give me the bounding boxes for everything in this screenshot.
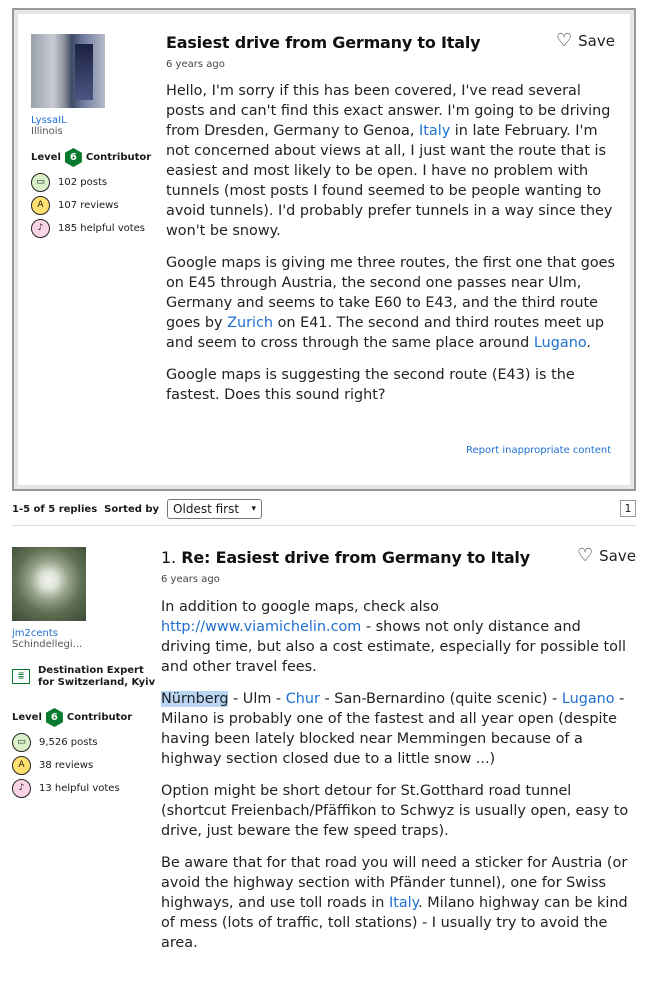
reply-title: 1. Re: Easiest drive from Germany to Ita…: [161, 548, 530, 567]
paragraph: Hello, I'm sorry if this has been covere…: [166, 83, 613, 239]
sort-value: Oldest first: [173, 502, 240, 516]
level-label: Level: [12, 712, 42, 723]
selected-text: Nürnberg: [161, 691, 229, 707]
expert-line: for Switzerland, Kyiv: [38, 677, 156, 688]
post-time: 6 years ago: [166, 59, 225, 70]
stat-reviews: A 107 reviews: [31, 196, 119, 215]
level-suffix: Contributor: [66, 712, 133, 723]
reviews-count: 107 reviews: [58, 200, 119, 211]
helpful-votes-icon: ♪: [12, 779, 31, 798]
paragraph: Google maps is giving me three routes, t…: [166, 255, 615, 351]
expert-line: Destination Expert: [38, 665, 144, 676]
expert-badge-icon: ≣: [12, 669, 30, 684]
save-label: Save: [578, 32, 615, 50]
link-chur[interactable]: Chur: [286, 691, 320, 707]
save-button[interactable]: ♡ Save: [556, 30, 615, 51]
reviews-count: 38 reviews: [39, 760, 94, 771]
save-label: Save: [599, 547, 636, 565]
posts-count: 102 posts: [58, 177, 108, 188]
stat-reviews: A 38 reviews: [12, 756, 93, 775]
link-zurich[interactable]: Zurich: [227, 315, 273, 331]
reviews-icon: A: [31, 196, 50, 215]
post-body: Hello, I'm sorry if this has been covere…: [166, 81, 616, 417]
level-suffix: Contributor: [85, 152, 152, 163]
author-location: Illinois: [31, 126, 63, 137]
reply-number: 1.: [161, 548, 176, 567]
destination-expert: ≣ Destination Expert for Switzerland, Ky…: [12, 665, 155, 689]
stat-posts: ▭ 102 posts: [31, 173, 107, 192]
avatar[interactable]: [31, 34, 105, 108]
divider: [12, 525, 636, 526]
stat-votes: ♪ 185 helpful votes: [31, 219, 145, 238]
level-badge: 6: [64, 148, 82, 167]
save-button[interactable]: ♡ Save: [577, 545, 636, 566]
sorted-by-label: Sorted by: [104, 503, 160, 515]
heart-icon: ♡: [577, 545, 594, 566]
paragraph: Google maps is suggesting the second rou…: [166, 367, 575, 403]
stat-posts: ▭ 9,526 posts: [12, 733, 98, 752]
avatar[interactable]: [12, 547, 86, 621]
author-name[interactable]: LyssaIL: [31, 115, 67, 126]
reply-time: 6 years ago: [161, 574, 220, 585]
chevron-down-icon: ▾: [251, 504, 257, 514]
paragraph: Be aware that for that road you will nee…: [161, 855, 628, 951]
posts-icon: ▭: [12, 733, 31, 752]
reviews-icon: A: [12, 756, 31, 775]
post-title: Easiest drive from Germany to Italy: [166, 33, 481, 52]
helpful-votes-count: 13 helpful votes: [39, 783, 120, 794]
link-italy[interactable]: Italy: [419, 123, 450, 139]
link-italy[interactable]: Italy: [389, 895, 418, 911]
helpful-votes-count: 185 helpful votes: [58, 223, 146, 234]
author-name[interactable]: jm2cents: [12, 628, 58, 639]
question-card: LyssaIL Illinois Level 6 Contributor ▭ 1…: [12, 8, 636, 491]
paragraph: In addition to google maps, check also ht…: [161, 599, 626, 675]
page-button[interactable]: 1: [620, 500, 636, 517]
reply-title-text: Re: Easiest drive from Germany to Italy: [181, 548, 530, 567]
helpful-votes-icon: ♪: [31, 219, 50, 238]
author-location: Schindellegi...: [12, 639, 83, 650]
replies-count: 1-5 of 5 replies: [12, 503, 98, 515]
level-badge: 6: [45, 708, 63, 727]
paragraph: Nürnberg - Ulm - Chur - San-Bernardino (…: [161, 691, 625, 767]
contributor-level: Level 6 Contributor: [31, 148, 151, 167]
heart-icon: ♡: [556, 30, 573, 51]
link-lugano[interactable]: Lugano: [534, 335, 587, 351]
stat-votes: ♪ 13 helpful votes: [12, 779, 120, 798]
reply-body: In addition to google maps, check also ht…: [161, 597, 633, 965]
level-label: Level: [31, 152, 61, 163]
link-lugano[interactable]: Lugano: [562, 691, 615, 707]
paragraph: Option might be short detour for St.Gott…: [161, 783, 629, 839]
sort-select[interactable]: Oldest first ▾: [167, 499, 263, 519]
report-link[interactable]: Report inappropriate content: [466, 445, 611, 456]
posts-count: 9,526 posts: [39, 737, 98, 748]
posts-icon: ▭: [31, 173, 50, 192]
replies-toolbar: 1-5 of 5 replies Sorted by Oldest first …: [12, 499, 636, 519]
contributor-level: Level 6 Contributor: [12, 708, 132, 727]
link-viamichelin[interactable]: http://www.viamichelin.com: [161, 619, 361, 635]
